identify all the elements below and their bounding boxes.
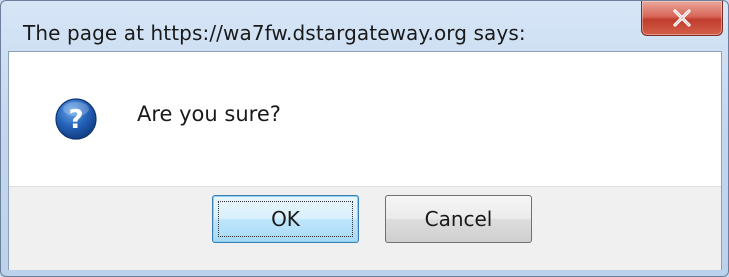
close-icon xyxy=(672,9,692,27)
cancel-button[interactable]: Cancel xyxy=(385,195,532,243)
dialog-message: Are you sure? xyxy=(137,102,281,126)
confirm-dialog-window: The page at https://wa7fw.dstargateway.o… xyxy=(0,0,729,277)
cancel-button-label: Cancel xyxy=(424,207,493,231)
question-icon: ? xyxy=(54,97,98,141)
dialog-title: The page at https://wa7fw.dstargateway.o… xyxy=(23,21,526,45)
svg-text:?: ? xyxy=(68,105,83,135)
message-area: ? Are you sure? xyxy=(9,52,721,186)
dialog-body: ? Are you sure? OK Cancel xyxy=(8,51,722,270)
ok-button[interactable]: OK xyxy=(212,195,359,243)
button-bar: OK Cancel xyxy=(9,186,721,270)
title-bar[interactable]: The page at https://wa7fw.dstargateway.o… xyxy=(1,1,728,51)
focus-ring xyxy=(218,201,353,237)
close-button[interactable] xyxy=(641,1,723,36)
